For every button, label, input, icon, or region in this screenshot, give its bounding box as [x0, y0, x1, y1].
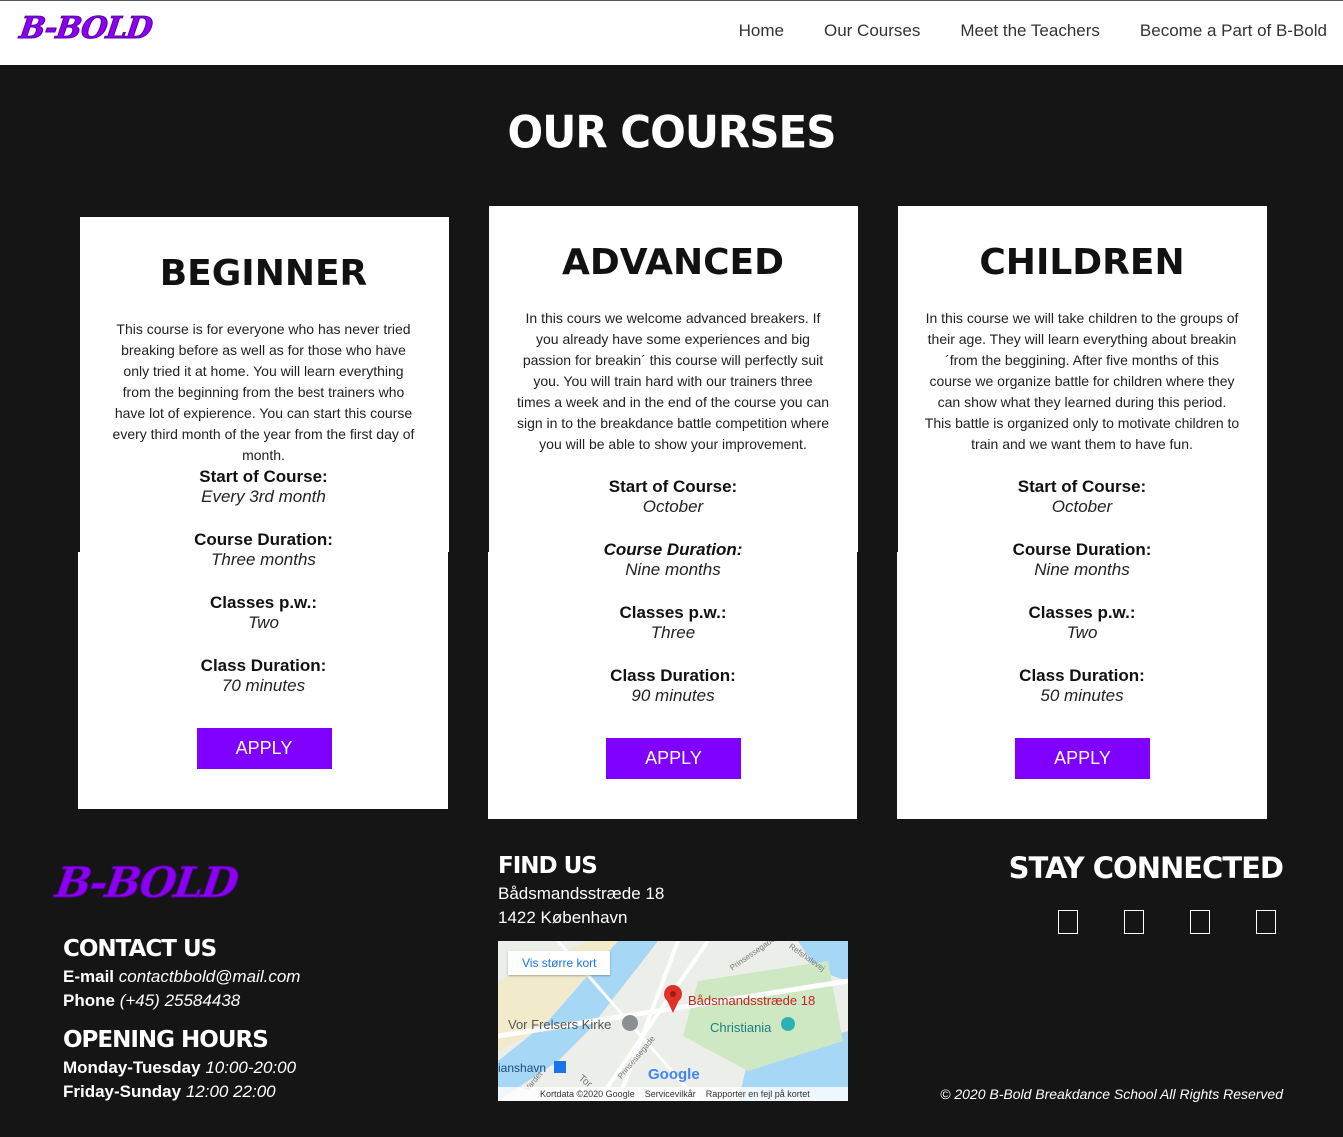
course-title: ADVANCED	[561, 242, 785, 283]
start-value: October	[1051, 497, 1113, 516]
hours-time: 12:00 22:00	[185, 1082, 276, 1101]
social-icon[interactable]	[1190, 910, 1210, 934]
map-attribution: Kortdata ©2020 Google Servicevilkår Rapp…	[498, 1087, 848, 1101]
course-card-children-content: CHILDREN In this course we will take chi…	[897, 206, 1267, 819]
address-line-2: 1422 København	[498, 908, 628, 927]
address-line-1: Bådsmandsstræde 18	[498, 884, 665, 903]
contact-heading: CONTACT US	[63, 936, 217, 962]
phone-label: Phone	[63, 991, 115, 1010]
course-description: This course is for everyone who has neve…	[112, 321, 415, 463]
hours-days: Friday-Sunday	[63, 1082, 182, 1101]
social-icon[interactable]	[1124, 910, 1144, 934]
metro-icon	[554, 1061, 566, 1073]
phone-value[interactable]: (+45) 25584438	[120, 991, 241, 1010]
classes-label: Classes p.w.:	[209, 593, 318, 612]
course-description: In this cours we welcome advanced breake…	[516, 310, 830, 452]
start-label: Start of Course:	[1017, 477, 1147, 496]
course-title: CHILDREN	[979, 242, 1185, 283]
top-navbar: B-BOLD Home Our Courses Meet the Teacher…	[0, 0, 1343, 65]
duration-label: Course Duration:	[1012, 540, 1152, 559]
phone-line: Phone (+45) 25584438	[63, 991, 240, 1011]
email-line: E-mail contactbbold@mail.com	[63, 967, 300, 987]
map-poi-church: Vor Frelsers Kirke	[508, 1017, 612, 1032]
nav-teachers-link[interactable]: Meet the Teachers	[960, 21, 1100, 41]
classes-value: Two	[248, 613, 279, 632]
email-value[interactable]: contactbbold@mail.com	[119, 967, 301, 986]
map-data-credit: Kortdata ©2020 Google	[540, 1089, 635, 1099]
map-terms-link[interactable]: Servicevilkår	[645, 1087, 696, 1101]
apply-button-beginner[interactable]: APPLY	[196, 728, 332, 769]
classes-label: Classes p.w.:	[1028, 603, 1136, 622]
hours-time: 10:00-20:00	[205, 1058, 297, 1077]
hours-line: Monday-Tuesday 10:00-20:00	[63, 1058, 296, 1078]
social-icon[interactable]	[1256, 910, 1276, 934]
class-duration-label: Class Duration:	[200, 656, 327, 675]
map-report-link[interactable]: Rapporter en fejl på kortet	[706, 1087, 810, 1101]
course-title: BEGINNER	[159, 253, 368, 294]
course-card-advanced-content: ADVANCED In this cours we welcome advanc…	[488, 206, 858, 819]
google-logo: Google	[648, 1066, 700, 1083]
stay-connected-heading: STAY CONNECTED	[1008, 851, 1284, 885]
church-icon	[622, 1015, 638, 1031]
duration-label: Course Duration:	[194, 530, 333, 549]
course-description: In this course we will take children to …	[924, 310, 1240, 452]
classes-value: Three	[650, 623, 696, 642]
map-poi-christiania: Christiania	[710, 1020, 772, 1035]
apply-button-advanced[interactable]: APPLY	[606, 738, 741, 779]
find-us-heading: FIND US	[498, 853, 598, 879]
footer-logo[interactable]: B-BOLD	[52, 858, 240, 908]
hours-line: Friday-Sunday 12:00 22:00	[63, 1082, 276, 1102]
logo[interactable]: B-BOLD	[17, 11, 154, 47]
nav-join-link[interactable]: Become a Part of B-Bold	[1140, 21, 1327, 41]
social-icon[interactable]	[1058, 910, 1078, 934]
nav-courses-link[interactable]: Our Courses	[824, 21, 920, 41]
embedded-map[interactable]: Vis større kort Bådsmandsstræde 18 Chris…	[498, 941, 848, 1101]
page-title: OUR COURSES	[507, 106, 837, 159]
poi-icon	[781, 1017, 795, 1031]
start-label: Start of Course:	[199, 467, 328, 486]
classes-value: Two	[1066, 623, 1098, 642]
hours-days: Monday-Tuesday	[63, 1058, 201, 1077]
main-nav: Home Our Courses Meet the Teachers Becom…	[739, 21, 1327, 41]
class-duration-value: 90 minutes	[631, 686, 715, 705]
class-duration-value: 50 minutes	[1040, 686, 1124, 705]
copyright-text: © 2020 B-Bold Breakdance School All Righ…	[940, 1086, 1283, 1102]
nav-home-link[interactable]: Home	[739, 21, 784, 41]
class-duration-label: Class Duration:	[610, 666, 736, 685]
duration-value: Three months	[211, 550, 316, 569]
email-label: E-mail	[63, 967, 115, 986]
map-pin-label: Bådsmandsstræde 18	[688, 993, 816, 1008]
larger-map-button[interactable]: Vis større kort	[508, 951, 611, 975]
start-value: Every 3rd month	[201, 487, 326, 506]
duration-label: Course Duration:	[603, 540, 743, 559]
classes-label: Classes p.w.:	[619, 603, 727, 622]
class-duration-value: 70 minutes	[221, 676, 306, 695]
start-label: Start of Course:	[608, 477, 738, 496]
start-value: October	[642, 497, 704, 516]
hours-heading: OPENING HOURS	[63, 1027, 269, 1053]
duration-value: Nine months	[625, 560, 721, 579]
apply-button-children[interactable]: APPLY	[1015, 738, 1150, 779]
course-card-beginner-content: BEGINNER This course is for everyone who…	[78, 217, 449, 809]
class-duration-label: Class Duration:	[1019, 666, 1145, 685]
duration-value: Nine months	[1034, 560, 1130, 579]
